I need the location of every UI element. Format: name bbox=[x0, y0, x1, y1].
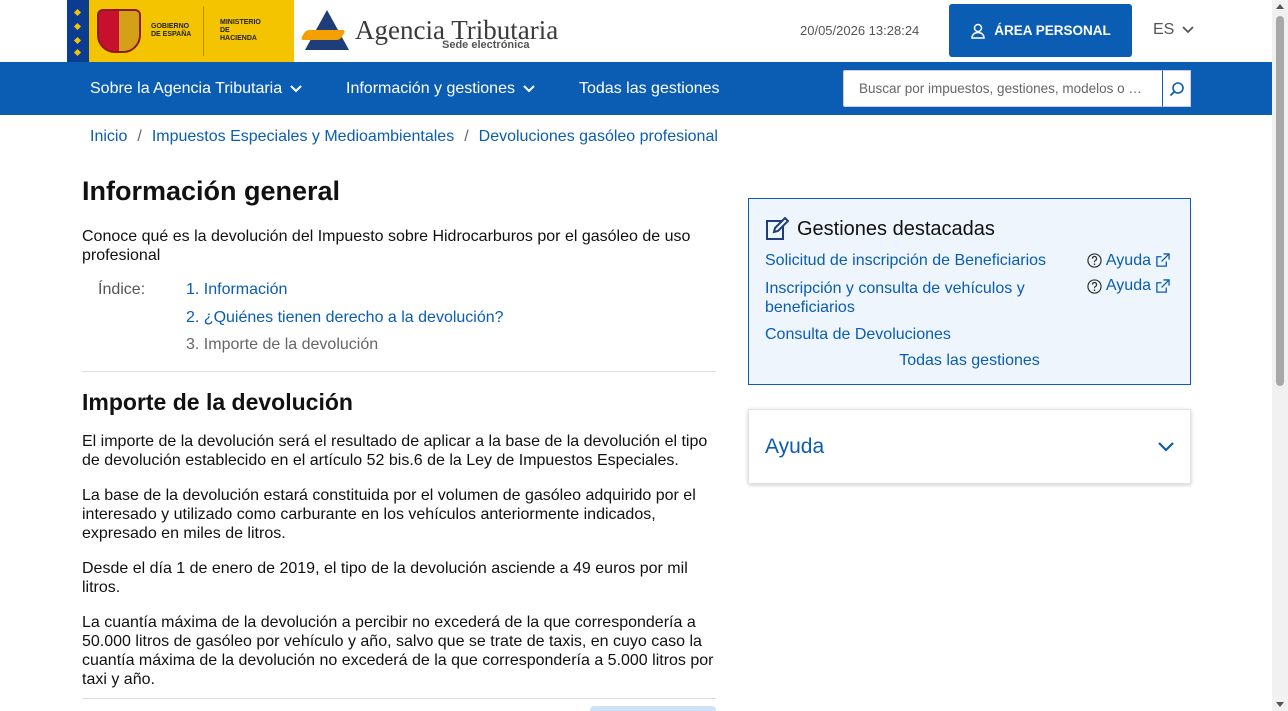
help-link-solicitud[interactable]: Ayuda bbox=[1083, 251, 1174, 270]
nav-item-label: Información y gestiones bbox=[346, 80, 515, 97]
scroll-up-arrow-icon[interactable] bbox=[1276, 4, 1284, 9]
eu-flag-icon bbox=[67, 0, 89, 62]
gov-text-1: Gobierno de España bbox=[151, 23, 192, 38]
intro-text: Conoce qué es la devolución del Impuesto… bbox=[82, 228, 691, 264]
ayuda-accordion[interactable]: Ayuda bbox=[748, 409, 1191, 484]
ayuda-title: Ayuda bbox=[765, 434, 825, 458]
agency-subtitle: Sede electrónica bbox=[442, 39, 530, 51]
main-content: Información general Conoce qué es la dev… bbox=[82, 175, 716, 689]
language-selector[interactable]: ES bbox=[1153, 21, 1194, 39]
nav-item-informacion[interactable]: Información y gestiones bbox=[346, 80, 535, 98]
breadcrumb-impuestos[interactable]: Impuestos Especiales y Medioambientales bbox=[152, 128, 454, 146]
index-current-importe: 3. Importe de la devolución bbox=[186, 336, 379, 353]
featured-title: Gestiones destacadas bbox=[765, 217, 1174, 241]
help-label: Ayuda bbox=[1105, 277, 1151, 294]
breadcrumb-inicio[interactable]: Inicio bbox=[90, 128, 127, 146]
index-link-quienes[interactable]: 2. ¿Quiénes tienen derecho a la devoluci… bbox=[186, 309, 504, 326]
index-link-informacion[interactable]: 1. Información bbox=[186, 281, 287, 298]
nav-item-sobre[interactable]: Sobre la Agencia Tributaria bbox=[90, 80, 302, 98]
aeat-logo-icon bbox=[300, 8, 349, 52]
nav-item-label: Sobre la Agencia Tributaria bbox=[90, 80, 283, 97]
gov-divider bbox=[203, 6, 204, 56]
paragraph: La base de la devolución estará constitu… bbox=[82, 487, 696, 542]
user-icon bbox=[971, 23, 985, 39]
nav-item-label: Todas las gestiones bbox=[579, 80, 720, 97]
divider bbox=[82, 698, 716, 699]
datetime: 20/05/2026 13:28:24 bbox=[800, 23, 920, 38]
paragraph: La cuantía máxima de la devolución a per… bbox=[82, 614, 714, 688]
featured-title-label: Gestiones destacadas bbox=[797, 217, 995, 240]
help-link-inscripcion[interactable]: Ayuda bbox=[1083, 277, 1174, 295]
featured-link-solicitud[interactable]: Solicitud de inscripción de Beneficiario… bbox=[765, 252, 1046, 269]
breadcrumb-separator: / bbox=[464, 128, 469, 145]
scrollbar[interactable] bbox=[1272, 0, 1288, 711]
divider bbox=[82, 371, 716, 372]
nav-item-todas[interactable]: Todas las gestiones bbox=[579, 80, 720, 98]
scroll-thumb[interactable] bbox=[1276, 16, 1284, 386]
chevron-down-icon bbox=[1158, 441, 1174, 452]
language-label: ES bbox=[1153, 21, 1175, 38]
paragraph: Desde el día 1 de enero de 2019, el tipo… bbox=[82, 560, 688, 596]
help-label: Ayuda bbox=[1105, 252, 1151, 269]
featured-row: Solicitud de inscripción de Beneficiario… bbox=[765, 251, 1174, 270]
chevron-down-icon bbox=[1182, 26, 1194, 34]
featured-link-inscripcion[interactable]: Inscripción y consulta de vehículos y be… bbox=[765, 280, 1025, 316]
breadcrumb-devoluciones[interactable]: Devoluciones gasóleo profesional bbox=[479, 128, 718, 146]
featured-row: Inscripción y consulta de vehículos y be… bbox=[765, 279, 1055, 317]
search-icon bbox=[1169, 81, 1184, 96]
help-circle-icon bbox=[1087, 278, 1102, 294]
edit-icon bbox=[766, 217, 789, 240]
area-personal-label: ÁREA PERSONAL bbox=[994, 23, 1111, 38]
all-gestiones-link[interactable]: Todas las gestiones bbox=[765, 352, 1174, 370]
help-circle-icon bbox=[1087, 253, 1102, 268]
external-link-icon bbox=[1156, 278, 1170, 293]
gobierno-logo[interactable]: Gobierno de España Ministerio de Haciend… bbox=[67, 0, 294, 62]
index-list: 1. Información 2. ¿Quiénes tienen derech… bbox=[186, 281, 504, 364]
index: Índice: 1. Información 2. ¿Quiénes tiene… bbox=[82, 281, 716, 371]
search-button[interactable] bbox=[1162, 70, 1191, 107]
search-input[interactable]: Buscar por impuestos, gestiones, modelos… bbox=[843, 70, 1163, 107]
paragraph: El importe de la devolución será el resu… bbox=[82, 433, 708, 469]
gov-text-2: Ministerio de Hacienda bbox=[220, 19, 261, 42]
breadcrumb: Inicio / Impuestos Especiales y Medioamb… bbox=[90, 128, 718, 146]
featured-gestiones-box: Gestiones destacadas Solicitud de inscri… bbox=[748, 198, 1191, 385]
external-link-icon bbox=[1156, 253, 1170, 267]
chevron-down-icon bbox=[290, 85, 302, 93]
main-nav: Sobre la Agencia Tributaria Información … bbox=[0, 62, 1272, 115]
scroll-down-arrow-icon[interactable] bbox=[1276, 702, 1284, 707]
area-personal-button[interactable]: ÁREA PERSONAL bbox=[949, 4, 1132, 57]
featured-row: Consulta de Devoluciones bbox=[765, 325, 1174, 344]
coat-of-arms-icon bbox=[97, 9, 141, 53]
breadcrumb-separator: / bbox=[137, 128, 142, 145]
index-label: Índice: bbox=[98, 281, 146, 298]
featured-link-consulta[interactable]: Consulta de Devoluciones bbox=[765, 326, 951, 343]
site-header: Gobierno de España Ministerio de Haciend… bbox=[0, 0, 1272, 62]
page-title: Información general bbox=[82, 176, 341, 206]
chevron-down-icon bbox=[523, 85, 535, 93]
section-title: Importe de la devolución bbox=[82, 389, 353, 415]
scroll-top-button[interactable] bbox=[590, 706, 716, 711]
